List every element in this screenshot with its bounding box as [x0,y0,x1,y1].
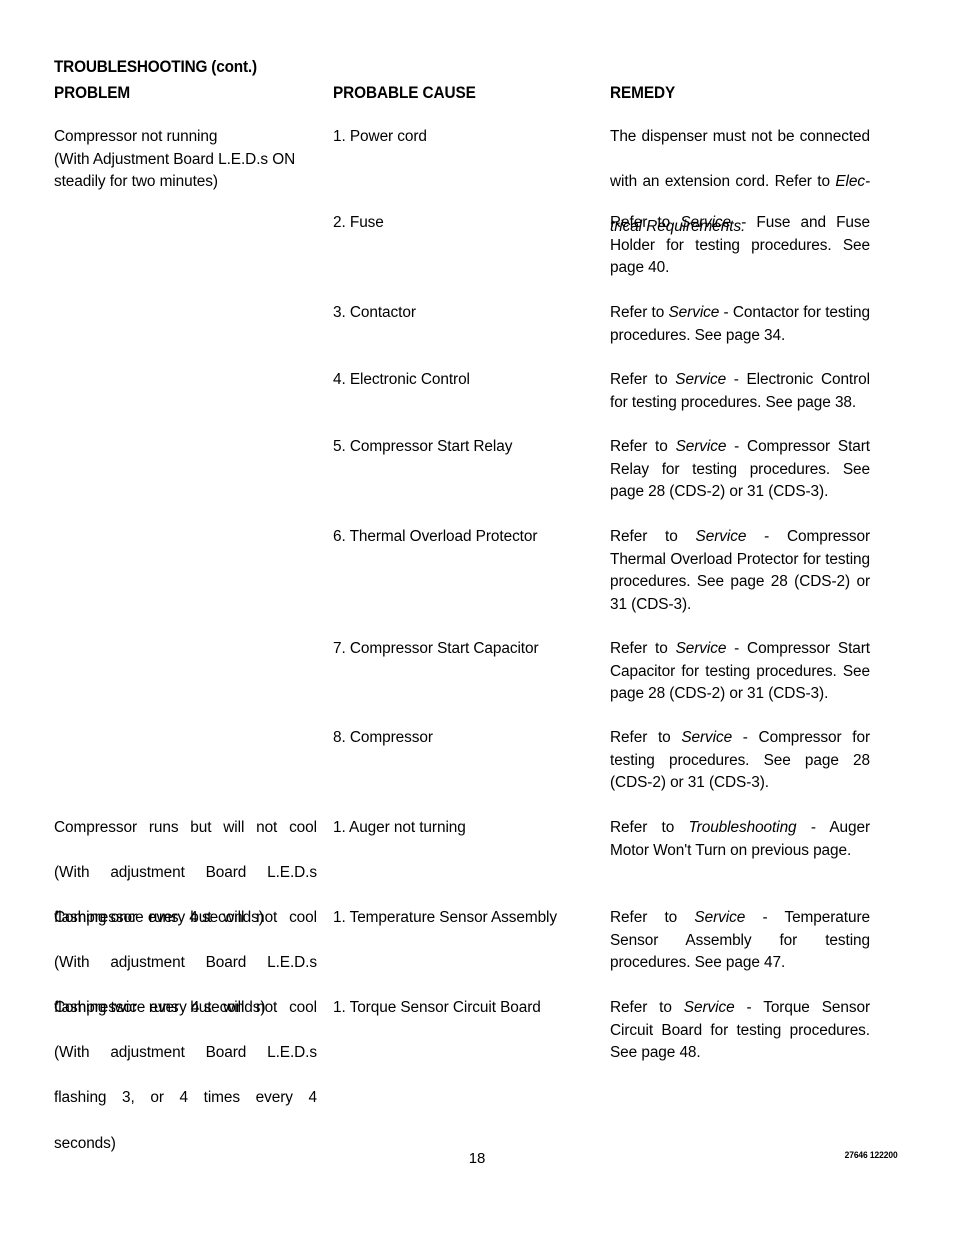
cell-remedy: Refer to Service - Fuse and Fuse Holder … [610,214,870,277]
remedy-emphasis: Service [675,640,727,657]
cell-probable-cause: 7. Compressor Start Capacitor [333,640,539,657]
column-header-remedy: REMEDY [610,84,676,102]
problem-line: (With adjustment Board L.E.D.s [54,864,317,882]
cell-probable-cause: 1. Temperature Sensor Assembly [333,909,558,926]
remedy-emphasis: Service [683,999,735,1016]
remedy-line: The dispenser must not be connected [610,128,870,145]
remedy-emphasis: Service [694,909,746,926]
cell-remedy: Refer to Service - Compressor Start Rela… [610,438,870,501]
remedy-emphasis: Service [680,214,732,231]
remedy-emphasis: Service [675,371,727,388]
cell-probable-cause: 6. Thermal Overload Protector [333,528,538,545]
problem-line: steadily for two minutes) [54,173,218,191]
page-number: 18 [468,1150,486,1167]
cell-problem: Compressor not running (With Adjustment B… [54,126,317,194]
problem-line: (With adjustment Board L.E.D.s [54,1044,317,1062]
cell-probable-cause: 5. Compressor Start Relay [333,438,513,455]
problem-line: Compressor runs but will not cool [54,999,317,1016]
column-header-probable-cause: PROBABLE CAUSE [333,84,476,102]
cell-problem: Compressor runs but will not cool (With a… [54,997,317,1155]
cell-probable-cause: 1. Power cord [333,128,427,145]
cell-probable-cause: 1. Torque Sensor Circuit Board [333,999,541,1016]
remedy-emphasis: Service [681,729,733,746]
cell-probable-cause: 1. Auger not turning [333,819,466,836]
column-headers: PROBLEM PROBABLE CAUSE REMEDY [0,84,954,108]
cell-probable-cause: 3. Contactor [333,304,416,321]
cell-remedy: Refer to Service - Contactor for testing… [610,304,870,344]
column-header-problem: PROBLEM [54,84,131,102]
cell-probable-cause: 8. Compressor [333,729,433,746]
cell-remedy: Refer to Service - Compressor for testin… [610,729,870,792]
problem-line: Compressor not running [54,128,218,145]
remedy-emphasis: Service [675,438,727,455]
cell-probable-cause: 4. Electronic Control [333,371,470,388]
page-title: TROUBLESHOOTING (cont.) [54,58,257,76]
problem-line: (With Adjustment Board L.E.D.s ON [54,150,296,168]
cell-remedy: Refer to Service - Torque Sensor Circuit… [610,999,871,1062]
cell-remedy: Refer to Service - Temperature Sensor As… [610,909,870,972]
cell-remedy: Refer to Service - Compressor Start Capa… [610,640,870,703]
remedy-line: with an extension cord. Refer to Elec- [610,173,870,191]
cell-remedy: Refer to Troubleshooting - Auger Motor W… [610,819,870,859]
problem-line: Compressor runs but will not cool [54,819,317,836]
remedy-emphasis: Service [668,304,720,321]
problem-line: flashing 3, or 4 times every 4 [54,1089,317,1107]
problem-line: (With adjustment Board L.E.D.s [54,954,317,972]
cell-probable-cause: 2. Fuse [333,214,384,231]
problem-line: Compressor runs but will not cool [54,909,317,926]
remedy-emphasis: Elec- [835,173,870,191]
cell-remedy: Refer to Service - Compressor Thermal Ov… [610,528,870,613]
document-code: 27646 122200 [845,1150,898,1160]
remedy-emphasis: Troubleshooting [688,819,797,836]
cell-remedy: Refer to Service - Electronic Control fo… [610,371,870,411]
document-page: TROUBLESHOOTING (cont.) PROBLEM PROBABLE… [0,0,954,1235]
remedy-emphasis: Service [695,528,747,545]
